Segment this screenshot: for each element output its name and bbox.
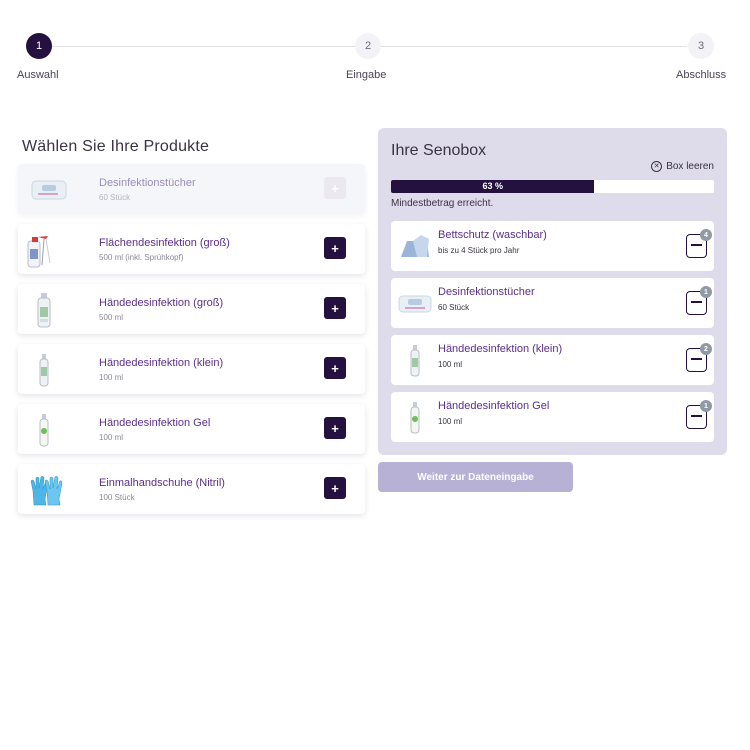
add-product-button[interactable]: +: [324, 297, 346, 319]
box-item-description: 60 Stück: [438, 303, 470, 312]
product-name: Desinfektionstücher: [99, 177, 196, 189]
quantity-badge: 1: [700, 400, 712, 412]
progress-text: 63 %: [482, 181, 503, 191]
product-description: 500 ml: [99, 313, 124, 322]
product-name: Flächendesinfektion (groß): [99, 237, 230, 249]
minus-icon: [691, 301, 702, 303]
product-description: 100 Stück: [99, 493, 135, 502]
product-card: Desinfektionstücher 60 Stück +: [18, 164, 365, 214]
bed-pad-icon: [401, 235, 429, 257]
empty-box-button[interactable]: ✕ Box leeren: [651, 161, 714, 172]
box-item-description: 100 ml: [438, 360, 463, 369]
product-name: Händedesinfektion Gel: [99, 417, 211, 429]
step-connector: [52, 46, 355, 47]
box-item-description: 100 ml: [438, 417, 463, 426]
product-name: Einmalhandschuhe (Nitril): [99, 477, 225, 489]
remove-item-button[interactable]: 4: [686, 229, 712, 258]
small-bottle-icon: [410, 345, 420, 377]
step-1-indicator[interactable]: 1: [26, 33, 52, 59]
box-item-name: Bettschutz (waschbar): [438, 229, 547, 241]
product-card: Händedesinfektion (groß) 500 ml +: [18, 284, 365, 334]
product-name: Händedesinfektion (groß): [99, 297, 224, 309]
empty-box-label: Box leeren: [666, 161, 714, 172]
pump-bottle-icon: [37, 293, 51, 328]
minimum-reached-text: Mindestbetrag erreicht.: [391, 198, 494, 209]
remove-item-button[interactable]: 1: [686, 286, 712, 315]
product-description: 500 ml (inkl. Sprühkopf): [99, 253, 184, 262]
senobox-panel: Ihre Senobox ✕ Box leeren 63 % Mindestbe…: [378, 128, 727, 455]
product-name: Händedesinfektion (klein): [99, 357, 224, 369]
product-card: Händedesinfektion Gel 100 ml +: [18, 404, 365, 454]
wipes-pack-icon: [398, 295, 432, 313]
box-title: Ihre Senobox: [391, 142, 487, 159]
add-product-button[interactable]: +: [324, 477, 346, 499]
add-product-button[interactable]: +: [324, 357, 346, 379]
gloves-icon: [30, 475, 63, 506]
product-description: 60 Stück: [99, 193, 131, 202]
step-2-indicator[interactable]: 2: [355, 33, 381, 59]
box-item-name: Händedesinfektion (klein): [438, 343, 563, 355]
quantity-badge: 1: [700, 286, 712, 298]
close-circle-icon: ✕: [651, 161, 663, 172]
product-description: 100 ml: [99, 433, 124, 442]
box-item: Händedesinfektion Gel 100 ml 1: [391, 392, 714, 442]
small-bottle-icon: [39, 354, 49, 387]
step-connector: [381, 46, 687, 47]
product-card: Einmalhandschuhe (Nitril) 100 Stück +: [18, 464, 365, 514]
wipes-pack-icon: [31, 180, 67, 200]
minus-icon: [691, 358, 702, 360]
box-item: Bettschutz (waschbar) bis zu 4 Stück pro…: [391, 221, 714, 271]
spray-bottle-icon: [27, 236, 51, 268]
remove-item-button[interactable]: 1: [686, 400, 712, 429]
product-description: 100 ml: [99, 373, 124, 382]
step-3-label: Abschluss: [676, 69, 727, 81]
quantity-badge: 2: [700, 343, 712, 355]
box-item-name: Desinfektionstücher: [438, 286, 535, 298]
add-product-button[interactable]: +: [324, 177, 346, 199]
progress-bar: 63 %: [391, 180, 714, 193]
box-item-name: Händedesinfektion Gel: [438, 400, 550, 412]
add-product-button[interactable]: +: [324, 417, 346, 439]
remove-item-button[interactable]: 2: [686, 343, 712, 372]
products-title: Wählen Sie Ihre Produkte: [22, 138, 210, 155]
quantity-badge: 4: [700, 229, 712, 241]
add-product-button[interactable]: +: [324, 237, 346, 259]
minus-icon: [691, 244, 702, 246]
product-card: Händedesinfektion (klein) 100 ml +: [18, 344, 365, 394]
step-1-label: Auswahl: [17, 69, 59, 81]
next-step-button[interactable]: Weiter zur Dateneingabe: [378, 462, 573, 492]
box-item-description: bis zu 4 Stück pro Jahr: [438, 246, 520, 255]
box-item: Händedesinfektion (klein) 100 ml 2: [391, 335, 714, 385]
minus-icon: [691, 415, 702, 417]
checkout-stepper: 1 Auswahl 2 Eingabe 3 Abschluss: [0, 0, 750, 100]
box-item: Desinfektionstücher 60 Stück 1: [391, 278, 714, 328]
step-3-indicator[interactable]: 3: [688, 33, 714, 59]
product-card: Flächendesinfektion (groß) 500 ml (inkl.…: [18, 224, 365, 274]
step-2-label: Eingabe: [346, 69, 387, 81]
gel-bottle-icon: [410, 402, 420, 434]
gel-bottle-icon: [39, 414, 49, 447]
